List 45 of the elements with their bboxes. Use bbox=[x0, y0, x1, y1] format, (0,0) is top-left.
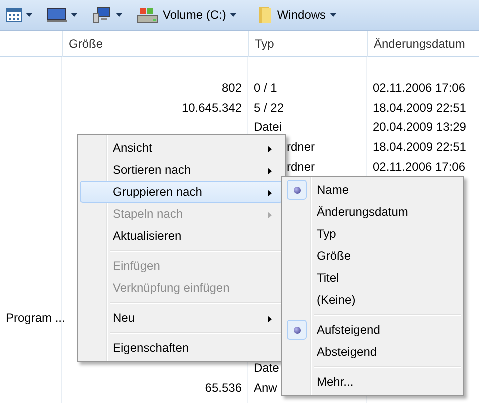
name-cell-text: Program ... bbox=[5, 310, 66, 325]
type-cell-text: 5 / 22 bbox=[253, 100, 286, 115]
menu-item[interactable]: Absteigend bbox=[284, 341, 461, 363]
menu-item[interactable]: Titel bbox=[284, 267, 461, 289]
date-cell-text: 02.11.2006 17:06 bbox=[372, 160, 467, 174]
menu-item[interactable]: Sortieren nach bbox=[80, 159, 283, 181]
breadcrumb-button[interactable]: Volume (C:) bbox=[135, 4, 240, 26]
menu-item[interactable]: Aktualisieren bbox=[80, 225, 283, 247]
menu-item[interactable]: Eigenschaften bbox=[80, 337, 283, 359]
date-cell-text: 20.04.2009 13:29 bbox=[372, 120, 468, 134]
size-cell-text: 10.645.342 bbox=[180, 100, 243, 115]
caret-icon bbox=[330, 13, 338, 17]
size-cell-text: 65.536 bbox=[204, 381, 243, 396]
caret-icon bbox=[116, 13, 123, 17]
menu-item[interactable]: Neu bbox=[80, 307, 283, 329]
toolbar-button[interactable] bbox=[45, 6, 80, 24]
menu-item[interactable]: Name bbox=[284, 179, 461, 201]
menu-item[interactable]: Änderungsdatum bbox=[284, 201, 461, 223]
type-cell-text: rdner bbox=[286, 160, 316, 174]
menu-item[interactable]: Aufsteigend bbox=[284, 319, 461, 341]
size-cell-text: 802 bbox=[220, 80, 243, 95]
menu-item[interactable]: Gruppieren nach bbox=[80, 181, 283, 203]
monitor-icon bbox=[47, 8, 67, 22]
type-cell-text: Date bbox=[253, 361, 280, 376]
menu-item[interactable]: Ansicht bbox=[80, 137, 283, 159]
type-cell-text: 0 / 1 bbox=[253, 80, 278, 95]
date-cell-text: 02.11.2006 17:06 bbox=[372, 80, 467, 95]
menu-item[interactable]: (Keine) bbox=[284, 289, 461, 311]
grid-view-icon bbox=[6, 8, 22, 22]
toolbar-button[interactable] bbox=[4, 6, 35, 24]
type-cell-text: Anw bbox=[253, 381, 278, 396]
breadcrumb-button[interactable]: Windows bbox=[255, 4, 340, 26]
caret-icon bbox=[71, 13, 78, 17]
menu-item[interactable]: Größe bbox=[284, 245, 461, 267]
menu-item[interactable]: Typ bbox=[284, 223, 461, 245]
date-cell-text: 18.04.2009 22:51 bbox=[372, 140, 468, 154]
computer-icon bbox=[92, 6, 112, 24]
drive-icon bbox=[137, 6, 159, 24]
caret-icon bbox=[230, 13, 238, 17]
folder-icon bbox=[257, 6, 274, 24]
date-cell-text: 18.04.2009 22:51 bbox=[372, 100, 468, 115]
type-cell-text: Datei bbox=[253, 120, 284, 134]
menu-item[interactable]: Mehr... bbox=[284, 371, 461, 393]
type-cell-text: rdner bbox=[286, 140, 316, 154]
caret-icon bbox=[26, 13, 33, 17]
